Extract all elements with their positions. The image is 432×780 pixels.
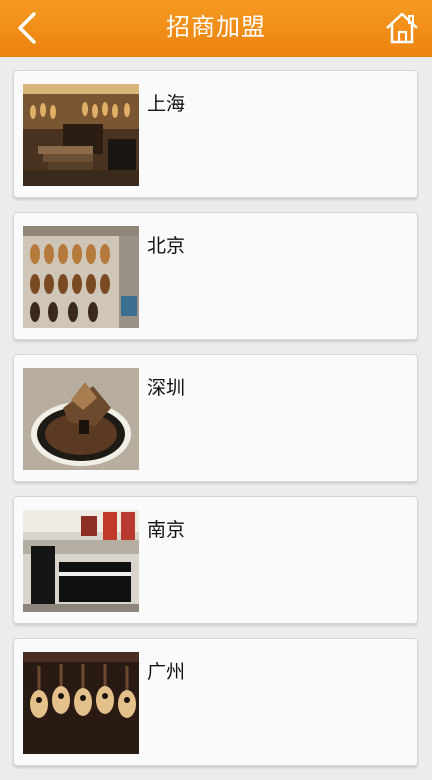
store-city-label: 上海	[147, 93, 186, 115]
home-icon	[386, 12, 418, 44]
store-card-nanjing[interactable]: 南京	[13, 496, 418, 624]
store-card-shanghai[interactable]: 上海	[13, 70, 418, 198]
store-card-guangzhou[interactable]: 广州	[13, 638, 418, 766]
store-card-beijing[interactable]: 北京	[13, 212, 418, 340]
store-city-label: 北京	[147, 235, 186, 257]
store-city-label: 深圳	[147, 377, 186, 399]
guitar-store-interior-photo	[23, 84, 139, 186]
acoustic-guitars-photo	[23, 652, 139, 754]
guitar-wall-display-photo	[23, 226, 139, 328]
piano-showroom-photo	[23, 510, 139, 612]
page-title: 招商加盟	[166, 13, 266, 41]
store-card-shenzhen[interactable]: 深圳	[13, 354, 418, 482]
store-city-label: 南京	[147, 519, 186, 541]
top-navigation-bar: 招商加盟	[0, 0, 432, 57]
piano-sculpture-photo	[23, 368, 139, 470]
home-button[interactable]	[382, 8, 422, 48]
store-city-label: 广州	[147, 661, 186, 683]
store-list: 上海 北京 深圳 南京 广州	[13, 70, 418, 780]
